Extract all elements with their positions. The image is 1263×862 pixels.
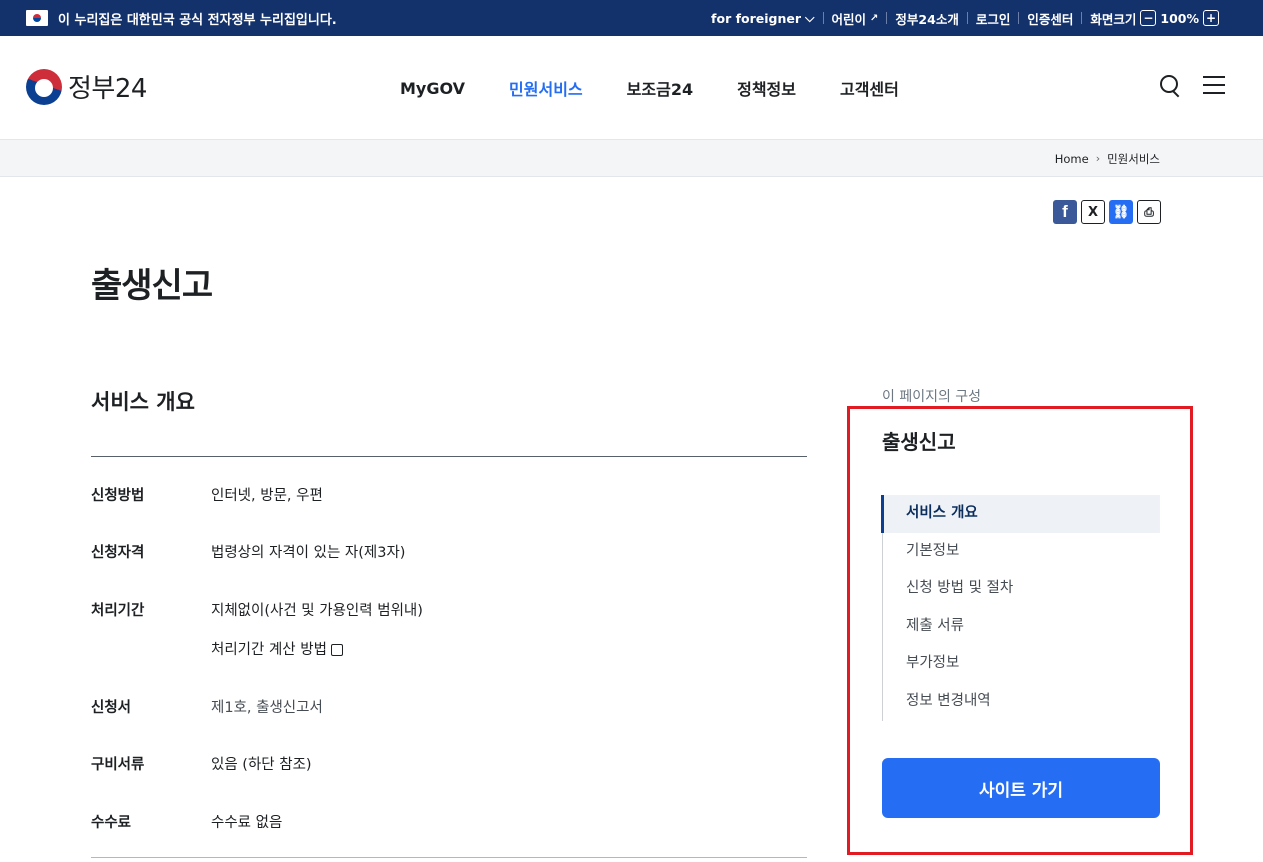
nav-policy-info[interactable]: 정책정보 bbox=[715, 76, 818, 100]
breadcrumb: Home › 민원서비스 bbox=[1055, 140, 1160, 177]
site-logo[interactable]: 정부24 bbox=[26, 68, 147, 105]
site-header: 정부24 MyGOV 민원서비스 보조금24 정책정보 고객센터 bbox=[0, 36, 1263, 140]
page-title: 출생신고 bbox=[91, 266, 213, 306]
login-link[interactable]: 로그인 bbox=[968, 9, 1019, 28]
external-link-icon: ↗ bbox=[870, 12, 879, 24]
row-key: 처리기간 bbox=[91, 603, 145, 619]
zoom-out-button[interactable]: − bbox=[1140, 10, 1157, 26]
main-nav: MyGOV 민원서비스 보조금24 정책정보 고객센터 bbox=[378, 36, 921, 140]
for-foreigner-link[interactable]: for foreigner ⌵ bbox=[703, 10, 822, 26]
zoom-in-button[interactable]: + bbox=[1203, 10, 1219, 26]
row-extra: 처리기간 계산 방법 bbox=[211, 638, 343, 659]
zoom-control: 화면크기 − 100% + bbox=[1082, 9, 1227, 28]
kids-link[interactable]: 어린이 ↗ bbox=[824, 9, 887, 28]
gov-notice-bar: 이 누리집은 대한민국 공식 전자정부 누리집입니다. for foreigne… bbox=[0, 0, 1263, 36]
link-copy-icon[interactable]: ⛓ bbox=[1109, 200, 1133, 224]
chevron-down-icon: ⌵ bbox=[805, 10, 815, 25]
kids-label: 어린이 bbox=[831, 11, 867, 27]
taeguk-logo-icon bbox=[26, 68, 62, 105]
share-buttons: f X ⛓ ⎙ bbox=[1053, 200, 1161, 224]
row-key: 신청자격 bbox=[91, 545, 145, 561]
divider bbox=[91, 456, 807, 457]
toc-list: 서비스 개요 기본정보 신청 방법 및 절차 제출 서류 부가정보 정보 변경내… bbox=[881, 495, 1160, 721]
breadcrumb-home[interactable]: Home bbox=[1055, 152, 1089, 166]
toc-item-change-history[interactable]: 정보 변경내역 bbox=[883, 683, 1160, 721]
gov-notice: 이 누리집은 대한민국 공식 전자정부 누리집입니다. bbox=[26, 0, 337, 36]
row-key: 수수료 bbox=[91, 815, 132, 831]
toc-caption: 이 페이지의 구성 bbox=[882, 389, 982, 405]
x-twitter-icon[interactable]: X bbox=[1081, 200, 1105, 224]
cert-center-link[interactable]: 인증센터 bbox=[1019, 9, 1081, 28]
breadcrumb-bar: Home › 민원서비스 bbox=[0, 140, 1263, 177]
nav-subsidy[interactable]: 보조금24 bbox=[605, 76, 715, 100]
hamburger-menu-icon[interactable] bbox=[1203, 76, 1225, 94]
go-to-site-button[interactable]: 사이트 가기 bbox=[882, 758, 1160, 818]
search-icon[interactable] bbox=[1159, 74, 1181, 96]
utility-menu: for foreigner ⌵ 어린이 ↗ 정부24소개 로그인 인증센터 화면크기… bbox=[703, 0, 1227, 36]
toc-item-basic-info[interactable]: 기본정보 bbox=[883, 533, 1160, 571]
logo-text: 정부24 bbox=[68, 74, 147, 104]
row-key: 구비서류 bbox=[91, 757, 145, 773]
chevron-right-icon: › bbox=[1095, 152, 1101, 165]
toc-title: 출생신고 bbox=[882, 430, 956, 454]
divider bbox=[91, 857, 807, 858]
row-value: 제1호, 출생신고서 bbox=[211, 700, 323, 716]
breadcrumb-current[interactable]: 민원서비스 bbox=[1107, 151, 1160, 167]
calc-method-label: 처리기간 계산 방법 bbox=[211, 642, 327, 658]
header-actions bbox=[1159, 74, 1225, 96]
row-value: 인터넷, 방문, 우편 bbox=[211, 488, 323, 504]
for-foreigner-label: for foreigner bbox=[711, 10, 802, 26]
row-key: 신청방법 bbox=[91, 488, 145, 504]
row-value: 있음 (하단 참조) bbox=[211, 757, 312, 773]
toc-item-documents[interactable]: 제출 서류 bbox=[883, 608, 1160, 646]
about-link[interactable]: 정부24소개 bbox=[887, 9, 966, 28]
zoom-value: 100% bbox=[1160, 10, 1199, 26]
nav-customer-center[interactable]: 고객센터 bbox=[818, 76, 921, 100]
korea-flag-icon bbox=[26, 10, 48, 26]
toc-item-service-overview[interactable]: 서비스 개요 bbox=[881, 495, 1160, 533]
gov-notice-text: 이 누리집은 대한민국 공식 전자정부 누리집입니다. bbox=[58, 12, 337, 28]
copy-icon bbox=[330, 644, 343, 656]
toc-item-procedure[interactable]: 신청 방법 및 절차 bbox=[883, 570, 1160, 608]
zoom-label: 화면크기 bbox=[1090, 11, 1137, 27]
print-icon[interactable]: ⎙ bbox=[1137, 200, 1161, 224]
section-title: 서비스 개요 bbox=[91, 390, 195, 414]
row-value: 지체없이(사건 및 가용인력 범위내) bbox=[211, 603, 423, 619]
toc-item-additional-info[interactable]: 부가정보 bbox=[883, 645, 1160, 683]
nav-mygov[interactable]: MyGOV bbox=[378, 79, 487, 98]
row-value: 수수료 없음 bbox=[211, 815, 283, 831]
facebook-icon[interactable]: f bbox=[1053, 200, 1077, 224]
row-key: 신청서 bbox=[91, 700, 132, 716]
nav-civil-service[interactable]: 민원서비스 bbox=[487, 76, 605, 100]
row-value: 법령상의 자격이 있는 자(제3자) bbox=[211, 545, 406, 561]
